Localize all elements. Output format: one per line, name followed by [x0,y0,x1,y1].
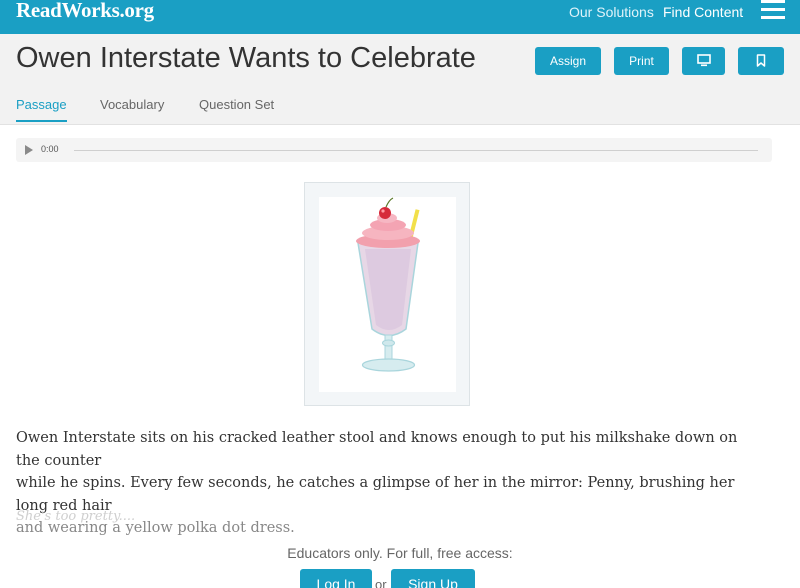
monitor-icon [696,54,711,67]
bookmark-button[interactable] [738,47,784,75]
nav-our-solutions[interactable]: Our Solutions [569,4,654,20]
passage-faded-text: She's too pretty.... [16,509,136,524]
tab-question-set[interactable]: Question Set [199,97,274,120]
assign-button[interactable]: Assign [535,47,601,75]
passage-line: Owen Interstate sits on his cracked leat… [16,430,738,469]
tab-vocabulary[interactable]: Vocabulary [100,97,164,120]
readworks-logo[interactable]: ReadWorks.org [16,0,154,23]
hamburger-icon[interactable] [761,0,785,22]
tab-passage[interactable]: Passage [16,97,67,122]
top-navbar: ReadWorks.org Our Solutions Find Content [0,0,800,34]
bookmark-icon [756,54,766,67]
play-icon[interactable] [25,145,33,155]
present-button[interactable] [682,47,725,75]
nav-find-content[interactable]: Find Content [663,4,743,20]
access-gate-message: Educators only. For full, free access: [287,545,513,561]
milkshake-illustration [319,197,456,392]
login-button[interactable]: Log In [300,569,372,588]
print-button[interactable]: Print [614,47,669,75]
signup-button[interactable]: Sign Up [391,569,475,588]
or-label: or [375,577,387,588]
audio-player: 0:00 [16,138,772,162]
passage-image-frame [304,182,470,406]
title-bar: Owen Interstate Wants to Celebrate Assig… [0,34,800,125]
page-title: Owen Interstate Wants to Celebrate [16,42,476,74]
audio-progress-track[interactable] [74,150,758,151]
audio-time: 0:00 [41,144,59,154]
